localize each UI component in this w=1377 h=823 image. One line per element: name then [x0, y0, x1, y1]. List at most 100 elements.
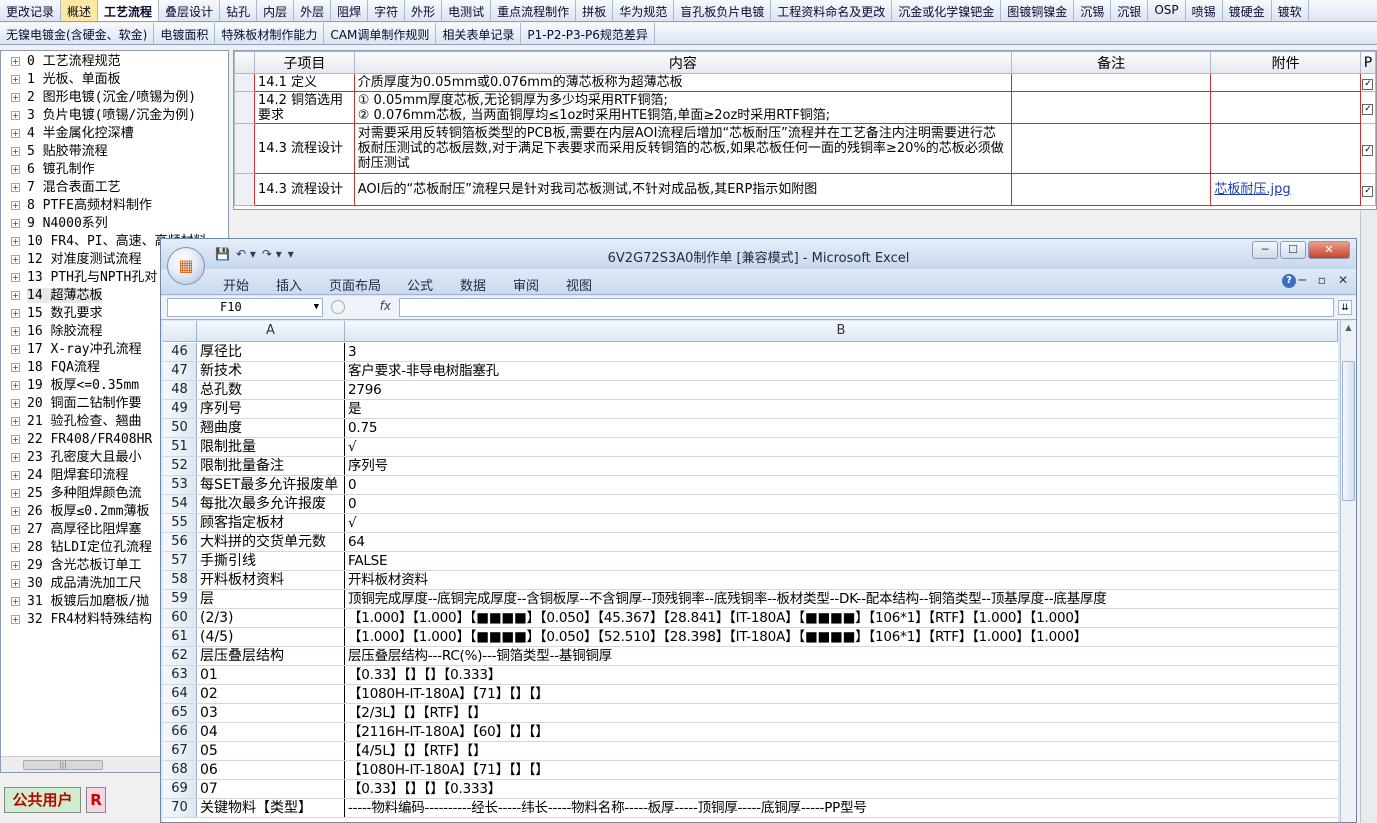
tree-node[interactable]: +0 工艺流程规范 — [1, 53, 228, 71]
table-row[interactable]: 14.1 定义 介质厚度为0.05mm或0.076mm的薄芯板称为超薄芯板 ✓ — [234, 73, 1376, 92]
expand-icon[interactable]: + — [11, 615, 20, 624]
tab-1[interactable]: 概述 — [61, 0, 99, 21]
expand-icon[interactable]: + — [11, 75, 20, 84]
col-header-note[interactable]: 备注 — [1010, 51, 1212, 74]
cell-b[interactable]: 2796 — [345, 381, 1338, 399]
tab-15[interactable]: 工程资料命名及更改 — [771, 0, 893, 21]
cell-a[interactable]: 06 — [197, 761, 345, 779]
cell-a[interactable]: 限制批量备注 — [197, 457, 345, 475]
expand-icon[interactable]: + — [11, 201, 20, 210]
cell-b[interactable]: FALSE — [345, 552, 1338, 570]
tab-19[interactable]: 沉银 — [1111, 0, 1149, 21]
cell-b[interactable]: 是 — [345, 400, 1338, 418]
tab-22[interactable]: 镀硬金 — [1223, 0, 1272, 21]
cell-attachment[interactable] — [1210, 73, 1361, 92]
cell-a[interactable]: 关键物料【类型】 — [197, 799, 345, 817]
expand-icon[interactable]: + — [11, 273, 20, 282]
workbook-minimize-icon[interactable]: ─ — [1299, 273, 1306, 287]
expand-icon[interactable]: + — [11, 255, 20, 264]
expand-icon[interactable]: + — [11, 129, 20, 138]
cell-a[interactable]: 新技术 — [197, 362, 345, 380]
expand-icon[interactable]: + — [11, 345, 20, 354]
cell-note[interactable] — [1010, 173, 1212, 206]
expand-icon[interactable]: + — [11, 579, 20, 588]
cell-b[interactable]: 客户要求-非导电树脂塞孔 — [345, 362, 1338, 380]
cell-content[interactable]: 对需要采用反转铜箔板类型的PCB板,需要在内层AOI流程后增加“芯板耐压”流程并… — [353, 123, 1012, 174]
tab-2[interactable]: 工艺流程 — [98, 0, 160, 21]
workbook-close-icon[interactable]: ✕ — [1338, 273, 1348, 287]
expand-icon[interactable]: + — [11, 543, 20, 552]
cell-a[interactable]: 07 — [197, 780, 345, 798]
cell-b[interactable]: 开料板材资料 — [345, 571, 1338, 589]
scroll-thumb[interactable]: ||| — [23, 760, 103, 770]
row-number[interactable]: 56 — [163, 533, 197, 551]
expand-icon[interactable]: + — [11, 381, 20, 390]
expand-icon[interactable]: + — [11, 507, 20, 516]
select-all-corner[interactable] — [163, 321, 197, 341]
cell-content[interactable]: AOI后的“芯板耐压”流程只是针对我司芯板测试,不针对成品板,其ERP指示如附图 — [353, 173, 1012, 206]
cell-checkbox[interactable]: ✓ — [1359, 123, 1376, 174]
checkbox[interactable]: ✓ — [1362, 145, 1374, 156]
row-number[interactable]: 69 — [163, 780, 197, 798]
col-header-content[interactable]: 内容 — [353, 51, 1012, 74]
tree-node[interactable]: +8 PTFE高频材料制作 — [1, 197, 228, 215]
tab-14[interactable]: 盲孔板负片电镀 — [674, 0, 772, 21]
tab-4[interactable]: 钻孔 — [220, 0, 258, 21]
column-header-a[interactable]: A — [197, 321, 345, 341]
chevron-down-icon[interactable]: ▼ — [314, 299, 319, 316]
row-number[interactable]: 62 — [163, 647, 197, 665]
workbook-restore-icon[interactable]: ▫ — [1318, 273, 1326, 287]
col-header-sub[interactable]: 子项目 — [253, 51, 355, 74]
cell-b[interactable]: -----物料编码----------经长-----纬长-----物料名称---… — [345, 799, 1338, 817]
cell-checkbox[interactable]: ✓ — [1359, 73, 1376, 92]
expand-icon[interactable]: + — [11, 597, 20, 606]
col-header-attach[interactable]: 附件 — [1210, 51, 1361, 74]
tab-3[interactable]: 叠层设计 — [159, 0, 221, 21]
column-header-b[interactable]: B — [345, 321, 1338, 341]
row-selector[interactable] — [234, 123, 255, 174]
cell-a[interactable]: 手撕引线 — [197, 552, 345, 570]
cell-a[interactable]: 厚径比 — [197, 343, 345, 361]
cell-b[interactable]: 【2/3L】【】【RTF】【】 — [345, 704, 1338, 722]
cell-b[interactable]: 【1.000】【1.000】【■■■■】【0.050】【45.367】【28.8… — [345, 609, 1338, 627]
table-row[interactable]: 14.3 流程设计 对需要采用反转铜箔板类型的PCB板,需要在内层AOI流程后增加… — [234, 123, 1376, 174]
cell-b[interactable]: 【2116H-IT-180A】【60】【】【】 — [345, 723, 1338, 741]
cell-b[interactable]: 层压叠层结构---RC(%)---铜箔类型--基铜铜厚 — [345, 647, 1338, 665]
cell-a[interactable]: 每SET最多允许报废单 — [197, 476, 345, 494]
tab-20[interactable]: OSP — [1148, 0, 1186, 21]
expand-icon[interactable]: + — [11, 489, 20, 498]
tab-12[interactable]: 拼板 — [576, 0, 614, 21]
row-number[interactable]: 46 — [163, 343, 197, 361]
row-number[interactable]: 68 — [163, 761, 197, 779]
tab-5[interactable]: 内层 — [257, 0, 295, 21]
row-number[interactable]: 49 — [163, 400, 197, 418]
expand-icon[interactable]: + — [11, 57, 20, 66]
tree-node[interactable]: +6 镀孔制作 — [1, 161, 228, 179]
tab-11[interactable]: 重点流程制作 — [491, 0, 577, 21]
tab-review[interactable]: 审阅 — [513, 275, 539, 294]
tab-insert[interactable]: 插入 — [276, 275, 302, 294]
col-header-p[interactable]: P — [1359, 51, 1376, 74]
row-number[interactable]: 66 — [163, 723, 197, 741]
cell-note[interactable] — [1010, 91, 1212, 124]
row-number[interactable]: 64 — [163, 685, 197, 703]
tab-17[interactable]: 图镀铜镍金 — [1001, 0, 1075, 21]
row-number[interactable]: 53 — [163, 476, 197, 494]
tree-node[interactable]: +5 贴胶带流程 — [1, 143, 228, 161]
expand-icon[interactable]: + — [11, 183, 20, 192]
cell-b[interactable]: 【4/5L】【】【RTF】【】 — [345, 742, 1338, 760]
row-selector[interactable] — [234, 73, 255, 92]
formula-input[interactable] — [399, 298, 1334, 317]
table-row[interactable]: 14.2 铜箔选用要求 ① 0.05mm厚度芯板,无论铜厚为多少均采用RTF铜箔;… — [234, 91, 1376, 124]
scroll-thumb[interactable] — [1342, 361, 1355, 501]
cell-b[interactable]: √ — [345, 438, 1338, 456]
cell-b[interactable]: 【1.000】【1.000】【■■■■】【0.050】【52.510】【28.3… — [345, 628, 1338, 646]
scroll-up-icon[interactable]: ▲ — [1342, 323, 1355, 335]
cell-a[interactable]: 大料拼的交货单元数 — [197, 533, 345, 551]
sheet-vertical-scrollbar[interactable]: ▲ — [1340, 321, 1356, 822]
insert-function-button[interactable]: fx — [329, 299, 395, 316]
row-number[interactable]: 55 — [163, 514, 197, 532]
cell-a[interactable]: 层 — [197, 590, 345, 608]
expand-icon[interactable]: + — [11, 399, 20, 408]
tab-data[interactable]: 数据 — [460, 275, 486, 294]
